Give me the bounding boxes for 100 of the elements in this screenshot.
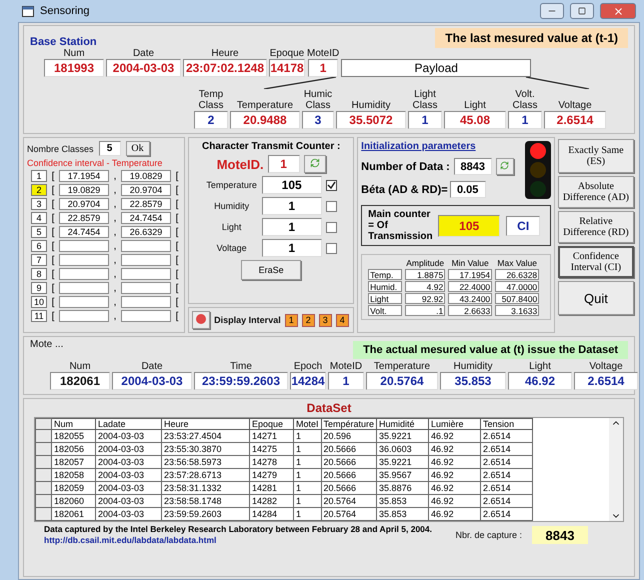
field-label: Date — [141, 361, 163, 372]
counter-field: 1 — [262, 218, 322, 236]
refresh-button[interactable] — [304, 155, 326, 173]
column-header[interactable]: Num — [52, 418, 96, 430]
checkbox[interactable] — [326, 242, 337, 254]
interval-button[interactable]: 2 — [302, 314, 315, 326]
class-index[interactable]: 8 — [31, 268, 47, 280]
table-cell: 23:59:59.2603 — [162, 508, 250, 520]
column-header[interactable]: Epoque — [250, 418, 294, 430]
init-parameters-link[interactable]: Initialization parameters — [361, 141, 521, 152]
field-label: Num — [69, 361, 91, 372]
column-header[interactable]: Humidité — [376, 418, 429, 430]
table-cell: 2004-03-03 — [96, 482, 162, 494]
field-label: Light Class — [411, 89, 438, 111]
data-source-link[interactable]: http://db.csail.mit.edu/labdata/labdata.html — [44, 535, 432, 545]
bracket: [ — [50, 170, 56, 182]
row-selector[interactable] — [36, 418, 52, 430]
interval-button[interactable]: 3 — [318, 314, 332, 326]
ok-button[interactable]: Ok — [126, 141, 150, 156]
method-button[interactable]: Relative Difference (RD) — [558, 211, 634, 243]
row-selector[interactable] — [36, 494, 52, 508]
interval-button[interactable]: 4 — [336, 314, 349, 326]
number-of-data-field[interactable]: 8843 — [454, 158, 492, 175]
erase-button[interactable]: EraSe — [241, 260, 302, 280]
lower-bound-field — [59, 282, 109, 294]
table-cell: 46.92 — [428, 456, 481, 468]
table-cell: 3.1633 — [495, 305, 540, 316]
field-label: Humidity — [213, 201, 250, 211]
field-label: Nombre Classes — [27, 144, 94, 154]
table-cell: 2004-03-03 — [96, 494, 162, 508]
upper-bound-field: 19.0829 — [121, 170, 171, 182]
table-cell: 14279 — [250, 468, 294, 482]
table-cell: 14281 — [250, 482, 294, 494]
class-index[interactable]: 6 — [31, 240, 47, 252]
field-label: Light — [463, 100, 487, 111]
class-index[interactable]: 5 — [31, 226, 47, 238]
method-button[interactable]: Absolute Difference (AD) — [558, 176, 634, 208]
column-header[interactable]: Ladate — [96, 418, 162, 430]
field-label: Light — [220, 222, 242, 232]
class-index[interactable]: 11 — [31, 310, 47, 322]
separator: , — [112, 198, 118, 210]
row-selector[interactable] — [36, 442, 52, 456]
table-cell: 92.92 — [405, 293, 446, 304]
class-index[interactable]: 1 — [31, 170, 47, 182]
close-button[interactable] — [600, 3, 636, 19]
checkbox[interactable] — [326, 200, 337, 212]
stop-button[interactable] — [192, 311, 210, 329]
mote-id-label: MoteID. — [216, 156, 264, 172]
class-index[interactable]: 3 — [31, 198, 47, 210]
value-field: 2.6514 — [544, 111, 606, 129]
quit-button[interactable]: Quit — [558, 281, 634, 315]
field-label: Epoque — [270, 48, 304, 59]
class-index[interactable]: 7 — [31, 254, 47, 266]
value-field: 181993 — [44, 59, 104, 77]
interval-button[interactable]: 1 — [284, 314, 298, 326]
row-label: Humid. — [368, 281, 402, 292]
method-button[interactable]: Confidence Interval (CI) — [558, 246, 634, 278]
row-selector[interactable] — [36, 456, 52, 468]
class-index[interactable]: 9 — [31, 282, 47, 294]
class-index[interactable]: 10 — [31, 296, 47, 308]
window-title: Sensoring — [40, 5, 91, 17]
capture-count: 8843 — [532, 526, 588, 544]
beta-field[interactable]: 0.05 — [450, 181, 486, 198]
row-selector[interactable] — [36, 508, 52, 520]
separator: , — [112, 296, 118, 308]
row-selector[interactable] — [36, 482, 52, 494]
row-selector[interactable] — [36, 468, 52, 482]
column-header[interactable]: Heure — [162, 418, 250, 430]
stop-icon — [196, 314, 206, 324]
field-label: MoteID — [330, 361, 362, 372]
separator: , — [112, 240, 118, 252]
table-cell: 14284 — [250, 508, 294, 520]
column-header[interactable]: Lumière — [428, 418, 481, 430]
refresh-button[interactable] — [496, 158, 514, 175]
classes-count-field[interactable]: 5 — [98, 141, 121, 156]
column-header[interactable]: Température — [321, 418, 377, 430]
refresh-icon — [500, 160, 510, 170]
bracket: [ — [174, 310, 180, 322]
mote-id-field[interactable]: 1 — [268, 155, 300, 173]
bracket: [ — [50, 296, 56, 308]
minimize-button[interactable] — [540, 3, 564, 19]
checkbox[interactable] — [326, 180, 337, 190]
table-cell: 2.6633 — [448, 305, 492, 316]
column-header[interactable]: MoteI — [294, 418, 322, 430]
table-cell: 2004-03-03 — [96, 468, 162, 482]
maximize-button[interactable] — [570, 3, 594, 19]
class-index[interactable]: 4 — [31, 212, 47, 224]
column-header[interactable]: Tension — [480, 418, 533, 430]
row-selector[interactable] — [36, 430, 52, 442]
scrollbar[interactable] — [609, 418, 623, 521]
value-field: 14284 — [290, 372, 326, 390]
separator: , — [112, 184, 118, 196]
table-cell: 23:53:27.4504 — [162, 430, 250, 442]
class-index[interactable]: 2 — [31, 184, 47, 196]
table-cell: 2.6514 — [480, 442, 533, 456]
checkbox[interactable] — [326, 222, 337, 232]
table-cell: 182061 — [52, 508, 96, 520]
method-button[interactable]: Exactly Same (ES) — [558, 139, 634, 173]
field-label: Time — [230, 361, 252, 372]
value-field: 45.08 — [444, 111, 506, 129]
